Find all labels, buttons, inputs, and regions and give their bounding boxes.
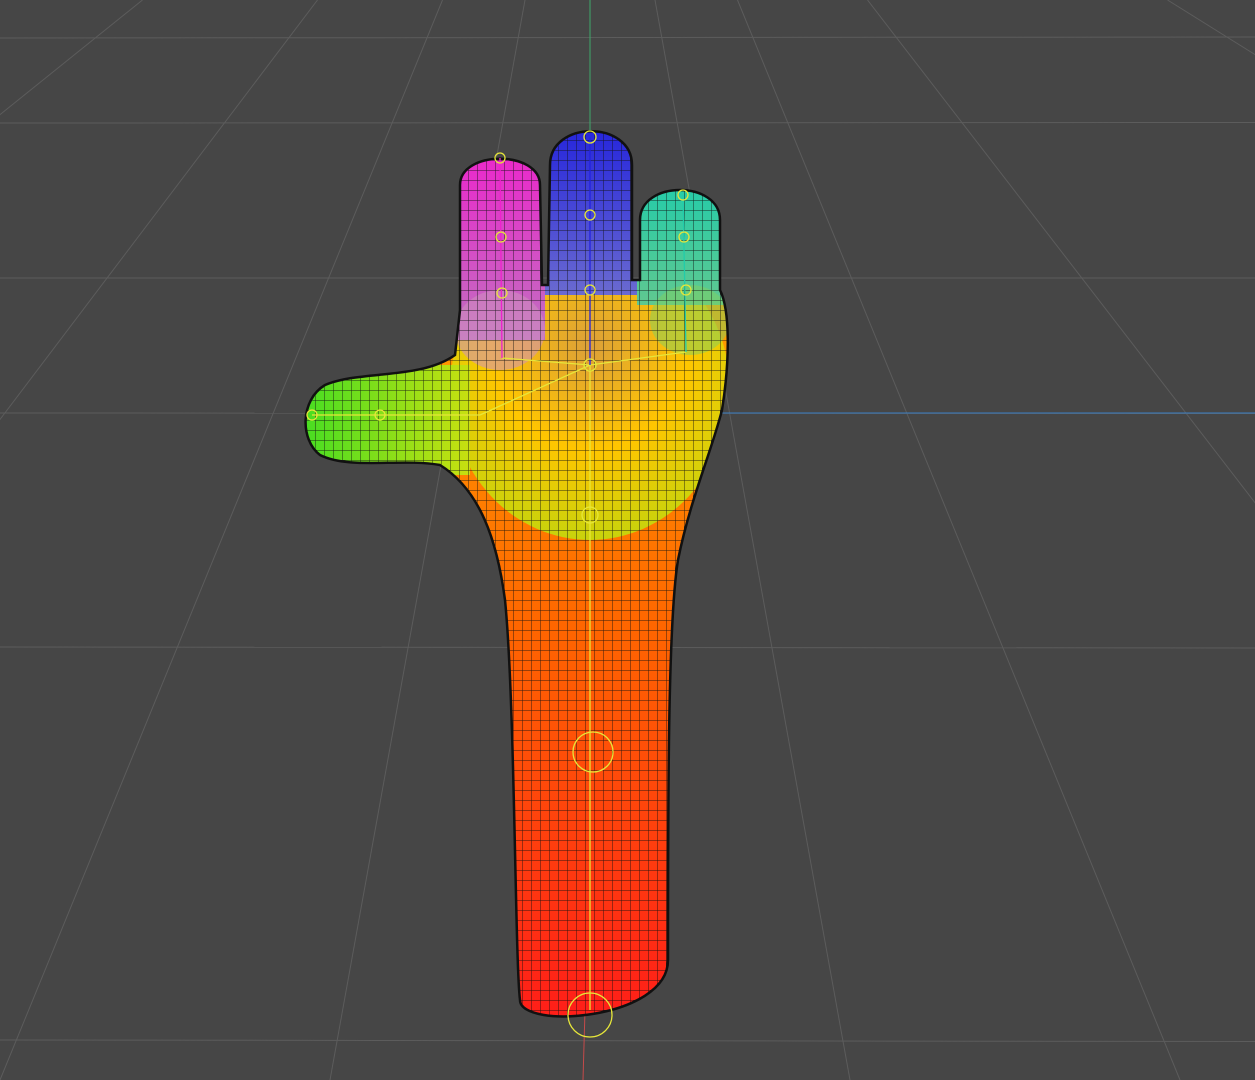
hand-mesh[interactable] <box>300 120 740 1040</box>
axis-z-line <box>582 1009 586 1080</box>
grid-line <box>654 0 851 1080</box>
grid-line <box>0 0 143 116</box>
grid-line <box>0 0 443 1080</box>
grid-line <box>0 122 1255 124</box>
grid-line <box>0 36 1255 39</box>
viewport-canvas[interactable] <box>0 0 1255 1080</box>
3d-viewport[interactable] <box>0 0 1255 1080</box>
grid-line <box>0 1039 1255 1042</box>
wireframe-overlay <box>305 131 728 1017</box>
grid-line <box>1167 0 1255 56</box>
grid-line <box>867 0 1255 504</box>
grid-line <box>0 0 318 421</box>
grid-line <box>737 0 1181 1080</box>
